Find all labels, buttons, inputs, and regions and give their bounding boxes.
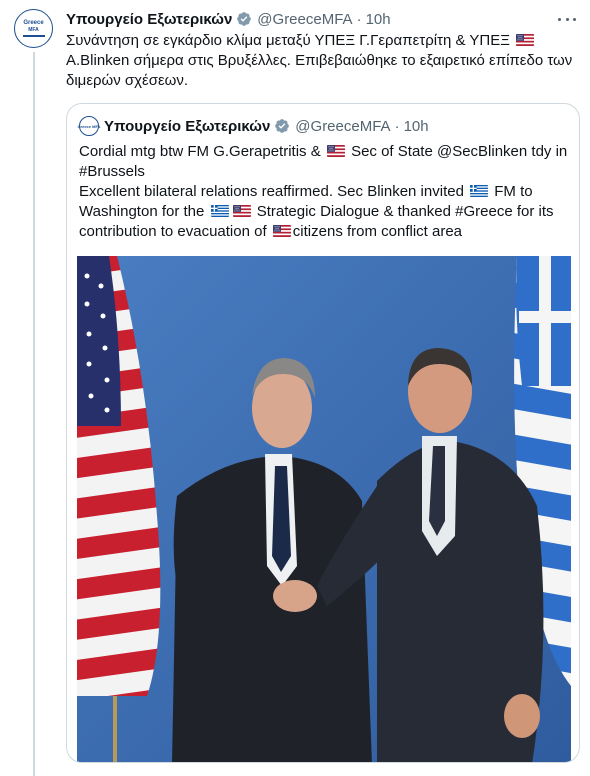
quote-line-2a: Excellent bilateral relations reaffirmed… [79, 183, 464, 200]
author-handle[interactable]: @GreeceMFA [257, 11, 352, 28]
quote-timestamp[interactable]: 10h [404, 118, 429, 135]
author-name[interactable]: Υπουργείο Εξωτερικών [66, 11, 232, 28]
us-flag-icon [516, 34, 535, 46]
avatar[interactable]: Greece MFA [14, 9, 53, 48]
quote-line-1a: Cordial mtg btw FM G.Gerapetritis & [79, 143, 321, 160]
quote-avatar-text: Greece MFA [77, 123, 101, 129]
us-flag-icon [232, 205, 251, 217]
tweet-text: Συνάντηση σε εγκάρδιο κλίμα μεταξύ ΥΠΕΞ … [66, 31, 576, 91]
tweet-text-line-1: Συνάντηση σε εγκάρδιο κλίμα μεταξύ ΥΠΕΞ … [66, 32, 510, 49]
quote-line-2d: citizens from conflict area [292, 223, 463, 240]
verified-badge-icon [274, 118, 290, 134]
quote-text: Cordial mtg btw FM G.Gerapetritis & Sec … [79, 142, 569, 242]
tweet-text-line-2: Α.Blinken σήμερα στις Βρυξέλλες. Επιβεβα… [66, 52, 573, 89]
greek-flag-icon [210, 205, 229, 217]
us-flag-icon [326, 145, 345, 157]
verified-badge-icon [236, 11, 252, 27]
greek-flag-icon [470, 185, 489, 197]
quote-avatar: Greece MFA [77, 116, 101, 136]
avatar-text-2: MFA [28, 27, 39, 33]
quote-separator-dot: · [394, 117, 400, 135]
quote-author-name[interactable]: Υπουργείο Εξωτερικών [104, 118, 270, 135]
quoted-tweet[interactable]: Greece MFA Υπουργείο Εξωτερικών @GreeceM… [66, 103, 580, 763]
thread-line [33, 52, 35, 776]
quote-author-handle[interactable]: @GreeceMFA [295, 118, 390, 135]
avatar-text-1: Greece [23, 20, 44, 26]
quote-header: Greece MFA Υπουργείο Εξωτερικών @GreeceM… [77, 116, 429, 136]
avatar-bar [22, 35, 45, 37]
more-options-icon[interactable] [558, 11, 576, 27]
tweet-photo[interactable] [77, 256, 571, 762]
timestamp[interactable]: 10h [366, 11, 391, 28]
separator-dot: · [356, 10, 362, 28]
photo-illustration [77, 256, 571, 762]
us-flag-icon [272, 225, 291, 237]
tweet-header: Υπουργείο Εξωτερικών @GreeceMFA · 10h [66, 9, 576, 29]
